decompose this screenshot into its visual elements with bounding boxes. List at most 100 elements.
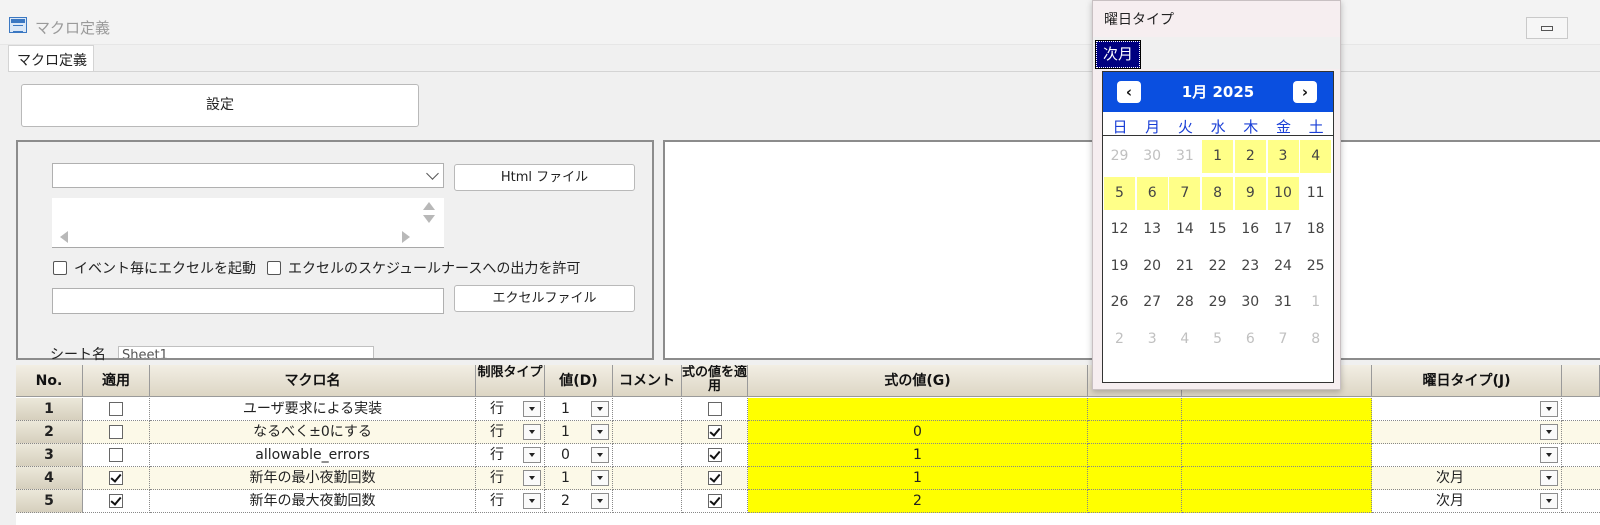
allow-output-checkbox[interactable] (267, 261, 281, 275)
limit-type-dropdown-icon[interactable] (523, 470, 541, 486)
settings-button[interactable]: 設定 (21, 84, 419, 127)
file-list-box[interactable] (52, 198, 444, 248)
calendar-day[interactable]: 29 (1202, 286, 1233, 319)
formula-value-cell[interactable]: 2 (748, 490, 1088, 513)
apply-formula-checkbox[interactable] (708, 471, 722, 485)
apply-cell[interactable] (83, 467, 150, 490)
scroll-right-icon[interactable] (402, 231, 410, 243)
extra-cell-3[interactable] (1562, 444, 1600, 467)
apply-checkbox[interactable] (109, 471, 123, 485)
extra-cell-1[interactable] (1088, 444, 1182, 467)
calendar-day[interactable]: 18 (1300, 213, 1331, 246)
calendar-day[interactable]: 5 (1104, 176, 1135, 210)
value-cell[interactable]: 1 (545, 398, 613, 421)
apply-checkbox[interactable] (109, 402, 123, 416)
header-apply-formula[interactable]: 式の値を適用 (682, 365, 748, 397)
comment-cell[interactable] (613, 398, 682, 421)
limit-type-dropdown-icon[interactable] (523, 424, 541, 440)
apply-cell[interactable] (83, 398, 150, 421)
calendar-day[interactable]: 20 (1137, 250, 1168, 283)
apply-formula-checkbox[interactable] (708, 425, 722, 439)
row-number[interactable]: 4 (16, 467, 83, 490)
apply-formula-checkbox[interactable] (708, 402, 722, 416)
extra-cell-2[interactable] (1182, 490, 1372, 513)
calendar-day[interactable]: 10 (1267, 176, 1299, 210)
calendar-day[interactable]: 1 (1202, 140, 1234, 173)
extra-cell-2[interactable] (1182, 421, 1372, 444)
calendar-day[interactable]: 7 (1268, 323, 1299, 356)
header-weekday-type[interactable]: 曜日タイプ(J) (1372, 365, 1562, 397)
row-number[interactable]: 3 (16, 444, 83, 467)
calendar-day[interactable]: 21 (1169, 250, 1200, 283)
extra-cell-1[interactable] (1088, 421, 1182, 444)
macro-name-cell[interactable]: ユーザ要求による実装 (150, 398, 476, 421)
apply-cell[interactable] (83, 444, 150, 467)
calendar-day[interactable]: 12 (1104, 213, 1135, 246)
macro-name-cell[interactable]: なるべく±0にする (150, 421, 476, 444)
calendar-day[interactable]: 2 (1234, 140, 1266, 173)
apply-checkbox[interactable] (109, 448, 123, 462)
calendar-day[interactable]: 9 (1234, 176, 1266, 210)
weekday-type-cell[interactable] (1372, 398, 1562, 421)
weekday-dropdown-icon[interactable] (1540, 447, 1558, 463)
file-select-combo[interactable] (52, 163, 444, 188)
formula-value-cell[interactable]: 1 (748, 444, 1088, 467)
weekday-type-cell[interactable] (1372, 421, 1562, 444)
apply-cell[interactable] (83, 421, 150, 444)
value-dropdown-icon[interactable] (591, 424, 609, 440)
scroll-left-icon[interactable] (60, 231, 68, 243)
scroll-up-icon[interactable] (423, 202, 435, 210)
formula-value-cell[interactable]: 1 (748, 467, 1088, 490)
row-number[interactable]: 5 (16, 490, 83, 513)
extra-cell-1[interactable] (1088, 398, 1182, 421)
extra-cell-3[interactable] (1562, 490, 1600, 513)
limit-type-dropdown-icon[interactable] (523, 493, 541, 509)
header-apply[interactable]: 適用 (83, 365, 150, 397)
excel-file-input[interactable] (52, 288, 444, 314)
value-cell[interactable]: 2 (545, 490, 613, 513)
apply-formula-cell[interactable] (682, 444, 748, 467)
calendar-day[interactable]: 5 (1202, 323, 1233, 356)
extra-cell-2[interactable] (1182, 444, 1372, 467)
calendar-day[interactable]: 8 (1202, 176, 1234, 210)
calendar-day[interactable]: 27 (1137, 286, 1168, 319)
scroll-down-icon[interactable] (423, 215, 435, 223)
popup-selected-value[interactable]: 次月 (1094, 40, 1142, 69)
header-formula-value[interactable]: 式の値(G) (748, 365, 1088, 397)
weekday-type-cell[interactable]: 次月 (1372, 490, 1562, 513)
calendar-day[interactable]: 24 (1268, 250, 1299, 283)
excel-file-button[interactable]: エクセルファイル (454, 285, 635, 312)
header-blank-3[interactable] (1562, 365, 1600, 397)
limit-type-cell[interactable]: 行 (476, 398, 545, 421)
extra-cell-3[interactable] (1562, 398, 1600, 421)
calendar-day[interactable]: 25 (1300, 250, 1331, 283)
apply-cell[interactable] (83, 490, 150, 513)
limit-type-cell[interactable]: 行 (476, 444, 545, 467)
calendar-day[interactable]: 3 (1267, 140, 1299, 173)
weekday-type-cell[interactable]: 次月 (1372, 467, 1562, 490)
apply-formula-cell[interactable] (682, 467, 748, 490)
calendar-day[interactable]: 16 (1235, 213, 1266, 246)
header-limit-type[interactable]: 制限タイプ (476, 365, 545, 397)
tab-macro-definition[interactable]: マクロ定義 (8, 45, 94, 72)
calendar-day[interactable]: 23 (1235, 250, 1266, 283)
value-dropdown-icon[interactable] (591, 493, 609, 509)
weekday-dropdown-icon[interactable] (1540, 470, 1558, 486)
formula-value-cell[interactable]: 0 (748, 421, 1088, 444)
apply-formula-checkbox[interactable] (708, 448, 722, 462)
value-dropdown-icon[interactable] (591, 447, 609, 463)
weekday-dropdown-icon[interactable] (1540, 424, 1558, 440)
value-dropdown-icon[interactable] (591, 470, 609, 486)
extra-cell-2[interactable] (1182, 398, 1372, 421)
comment-cell[interactable] (613, 444, 682, 467)
calendar-day[interactable]: 26 (1104, 286, 1135, 319)
calendar-day[interactable]: 28 (1169, 286, 1200, 319)
limit-type-dropdown-icon[interactable] (523, 447, 541, 463)
weekday-dropdown-icon[interactable] (1540, 401, 1558, 417)
calendar-day[interactable]: 17 (1268, 213, 1299, 246)
value-cell[interactable]: 1 (545, 467, 613, 490)
comment-cell[interactable] (613, 421, 682, 444)
calendar-day[interactable]: 15 (1202, 213, 1233, 246)
minimize-button[interactable] (1526, 17, 1568, 39)
comment-cell[interactable] (613, 467, 682, 490)
